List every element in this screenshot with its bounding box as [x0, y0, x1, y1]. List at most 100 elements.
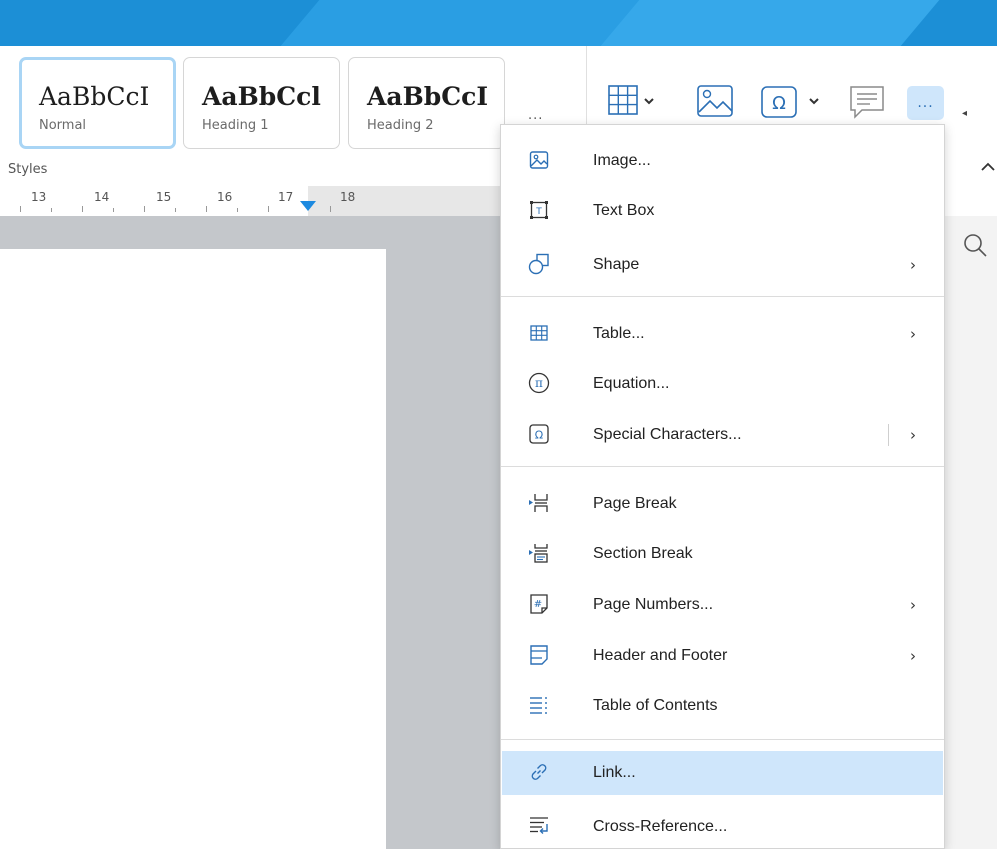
- ribbon-scroll-left-icon[interactable]: ◂: [962, 108, 967, 119]
- submenu-chevron-icon: ›: [910, 596, 916, 614]
- page-numbers-icon: #: [528, 593, 550, 615]
- ruler-tick: [144, 206, 145, 212]
- collapse-ribbon-icon[interactable]: [980, 161, 996, 173]
- page-break-icon: [528, 492, 550, 514]
- title-bar: [0, 0, 997, 46]
- menu-divider: [501, 739, 944, 740]
- insert-menu: Image... T Text Box Shape › Table... › π…: [500, 124, 945, 849]
- menu-divider: [501, 466, 944, 467]
- table-icon: [608, 85, 654, 115]
- menu-item-label: Text Box: [593, 202, 655, 219]
- svg-text:#: #: [534, 599, 542, 610]
- ruler-tick: [268, 206, 269, 212]
- menu-item-label: Table...: [593, 325, 645, 342]
- submenu-chevron-icon[interactable]: ›: [910, 426, 916, 444]
- ruler-tick: [113, 208, 114, 212]
- menu-divider: [501, 296, 944, 297]
- toc-icon: [528, 694, 550, 716]
- link-icon: [528, 761, 550, 783]
- title-bar-decoration: [600, 0, 940, 46]
- insert-image-button[interactable]: [696, 82, 736, 122]
- menu-item-label: Equation...: [593, 375, 670, 392]
- ruler-margin: [308, 186, 500, 216]
- ruler-tick: [20, 206, 21, 212]
- ruler-tick: [237, 208, 238, 212]
- cross-reference-icon: [528, 815, 550, 837]
- search-icon[interactable]: [962, 232, 988, 258]
- menu-item-label: Section Break: [593, 545, 693, 562]
- section-break-icon: [528, 542, 550, 564]
- menu-item-table[interactable]: Table... ›: [502, 312, 943, 356]
- menu-item-label: Cross-Reference...: [593, 818, 728, 835]
- svg-text:T: T: [535, 207, 542, 217]
- insert-table-button[interactable]: [607, 82, 657, 122]
- menu-item-label: Shape: [593, 256, 640, 273]
- ruler-number: 14: [94, 190, 110, 204]
- ruler-number: 18: [340, 190, 356, 204]
- menu-item-header-footer[interactable]: Header and Footer ›: [502, 634, 943, 678]
- table-icon: [528, 322, 550, 344]
- menu-item-label: Header and Footer: [593, 647, 728, 664]
- document-page[interactable]: [0, 249, 386, 849]
- ruler-tick: [51, 208, 52, 212]
- comment-icon: [850, 86, 884, 119]
- submenu-chevron-icon: ›: [910, 325, 916, 343]
- style-name: Normal: [39, 118, 87, 133]
- omega-icon: Ω: [761, 86, 819, 118]
- image-icon: [697, 85, 733, 117]
- side-panel: [945, 216, 997, 849]
- equation-icon: π: [528, 372, 550, 394]
- menu-item-label: Image...: [593, 152, 651, 169]
- ruler-number: 15: [156, 190, 172, 204]
- menu-item-cross-reference[interactable]: Cross-Reference...: [502, 805, 943, 849]
- menu-item-label: Link...: [593, 764, 636, 781]
- horizontal-ruler[interactable]: 13 14 15 16 17 18: [0, 186, 500, 216]
- svg-text:Ω: Ω: [772, 93, 786, 114]
- right-indent-marker[interactable]: [300, 201, 316, 211]
- image-icon: [528, 149, 550, 171]
- svg-text:π: π: [535, 376, 543, 390]
- menu-item-label: Special Characters...: [593, 426, 742, 443]
- header-footer-icon: [528, 644, 550, 666]
- text-box-icon: T: [528, 199, 550, 221]
- menu-item-shape[interactable]: Shape ›: [502, 243, 943, 287]
- style-name: Heading 2: [367, 118, 434, 133]
- menu-item-page-break[interactable]: Page Break: [502, 482, 943, 526]
- special-characters-button[interactable]: Ω: [760, 82, 826, 122]
- style-preview: AaBbCcl: [202, 82, 321, 111]
- menu-item-special-characters[interactable]: Ω Special Characters... ›: [502, 413, 943, 457]
- ruler-tick: [82, 206, 83, 212]
- menu-item-equation[interactable]: π Equation...: [502, 362, 943, 406]
- submenu-chevron-icon: ›: [910, 256, 916, 274]
- style-preview: AaBbCcI: [367, 82, 489, 111]
- ruler-number: 16: [217, 190, 233, 204]
- ruler-tick: [330, 206, 331, 212]
- styles-group-label: Styles: [8, 162, 48, 177]
- style-heading2-card[interactable]: AaBbCcI Heading 2: [348, 57, 505, 149]
- menu-item-table-of-contents[interactable]: Table of Contents: [502, 684, 943, 728]
- style-name: Heading 1: [202, 118, 269, 133]
- toolbar-more-button[interactable]: ...: [907, 86, 944, 120]
- shape-icon: [528, 253, 550, 275]
- ribbon-divider: [586, 46, 587, 132]
- style-preview: AaBbCcI: [39, 82, 150, 111]
- omega-icon: Ω: [528, 423, 550, 445]
- split-divider: [888, 424, 889, 446]
- menu-item-text-box[interactable]: T Text Box: [502, 189, 943, 233]
- menu-item-section-break[interactable]: Section Break: [502, 532, 943, 576]
- ruler-number: 17: [278, 190, 294, 204]
- menu-item-label: Page Break: [593, 495, 677, 512]
- style-normal-card[interactable]: AaBbCcI Normal: [19, 57, 176, 149]
- comment-button[interactable]: [848, 82, 888, 122]
- more-styles-button[interactable]: ...: [528, 108, 543, 123]
- menu-item-page-numbers[interactable]: # Page Numbers... ›: [502, 583, 943, 627]
- svg-text:Ω: Ω: [535, 429, 543, 442]
- menu-item-link[interactable]: Link...: [502, 751, 943, 795]
- menu-item-label: Page Numbers...: [593, 596, 714, 613]
- ruler-tick: [175, 208, 176, 212]
- submenu-chevron-icon: ›: [910, 647, 916, 665]
- style-heading1-card[interactable]: AaBbCcl Heading 1: [183, 57, 340, 149]
- menu-item-image[interactable]: Image...: [502, 139, 943, 183]
- ruler-number: 13: [31, 190, 47, 204]
- menu-item-label: Table of Contents: [593, 697, 718, 714]
